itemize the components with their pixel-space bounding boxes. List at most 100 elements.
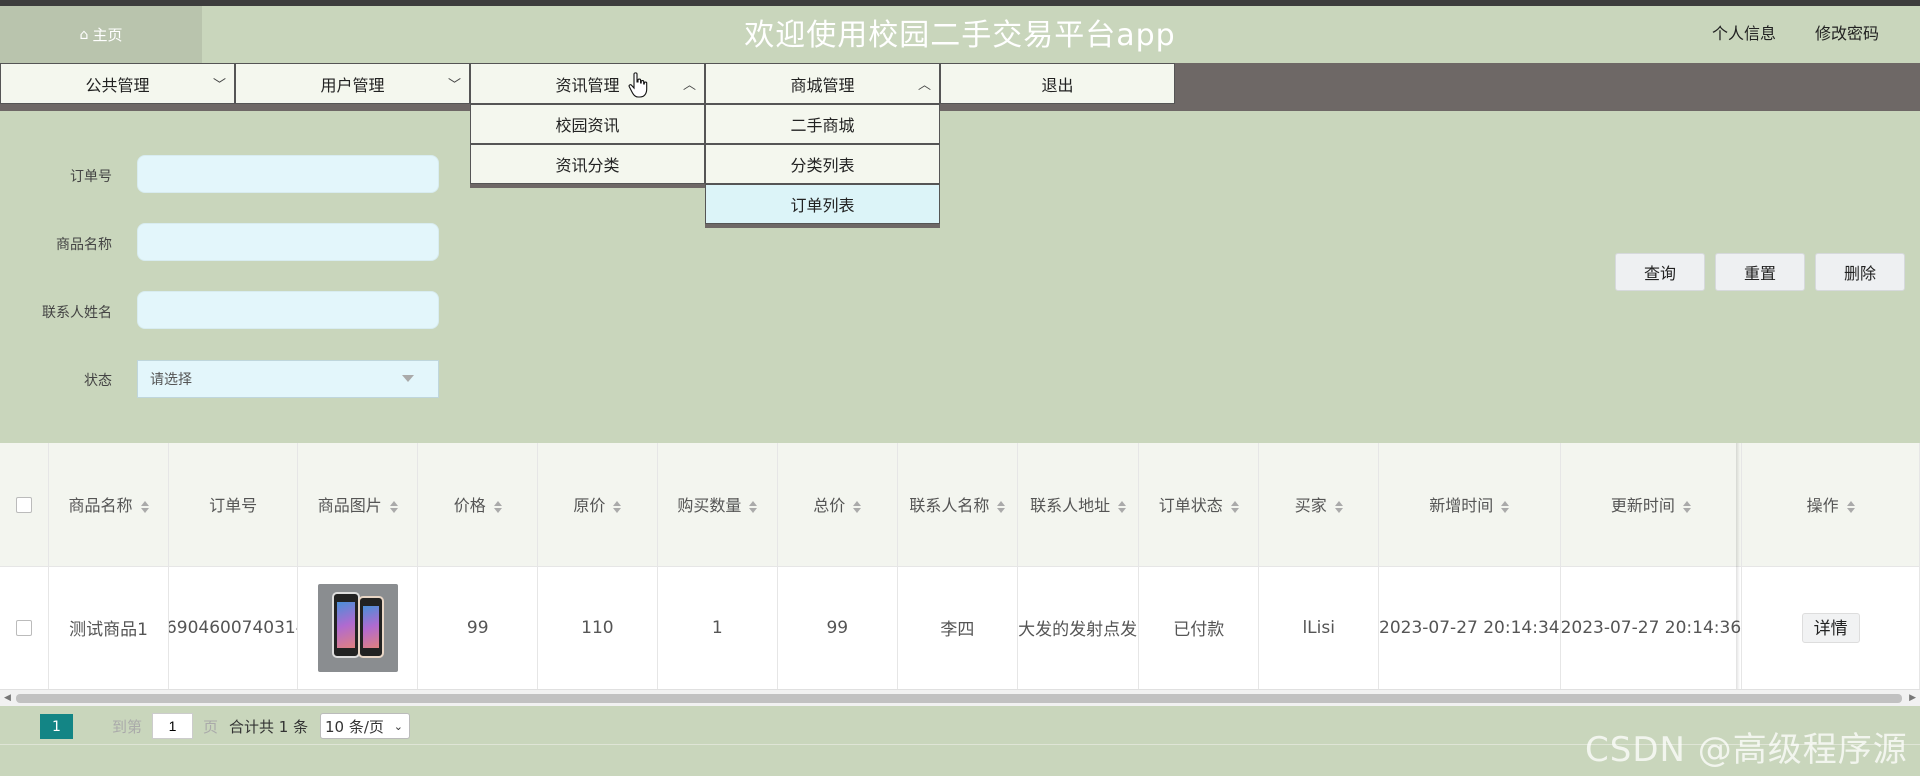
- table-header-row: 商品名称 订单号 商品图片 价格 原价 购买数量 总价 联系人名称 联系人地址 …: [0, 443, 1920, 567]
- sort-icon[interactable]: [1230, 500, 1239, 513]
- profile-link[interactable]: 个人信息: [1712, 22, 1776, 46]
- status-cell: 已付款: [1138, 566, 1260, 690]
- page-number-current[interactable]: 1: [40, 714, 73, 739]
- caret-down-icon: [402, 375, 414, 382]
- chevron-up-icon: ︿: [917, 78, 931, 93]
- nav-logout[interactable]: 退出: [940, 63, 1175, 104]
- column-label: 订单状态: [1158, 496, 1223, 516]
- column-header: 订单号: [168, 443, 299, 567]
- column-header[interactable]: 商品名称: [48, 443, 170, 567]
- submenu-second-hand-shop[interactable]: 二手商城: [705, 104, 940, 144]
- contact-name-input[interactable]: [137, 291, 439, 329]
- column-header[interactable]: 联系人名称: [897, 443, 1019, 567]
- column-label: 操作: [1806, 496, 1839, 516]
- scroll-right-icon[interactable]: ▶: [1909, 693, 1916, 703]
- submenu-order-list[interactable]: 订单列表: [705, 184, 940, 224]
- product-name-label: 商品名称: [56, 237, 112, 253]
- sort-icon[interactable]: [1682, 500, 1691, 513]
- nav-shop-management[interactable]: 商城管理 ︿: [705, 63, 940, 104]
- sort-icon[interactable]: [997, 500, 1006, 513]
- goto-label: 到第: [112, 718, 143, 736]
- header: ⌂ 主页 欢迎使用校园二手交易平台app 个人信息 修改密码: [0, 6, 1920, 63]
- hand-cursor-icon: [628, 72, 648, 98]
- sort-icon[interactable]: [1501, 500, 1510, 513]
- total-count: 合计共 1 条: [229, 718, 309, 736]
- order-table: 商品名称 订单号 商品图片 价格 原价 购买数量 总价 联系人名称 联系人地址 …: [0, 443, 1920, 690]
- select-all-checkbox[interactable]: [15, 497, 32, 514]
- column-header[interactable]: 操作: [1741, 443, 1920, 567]
- detail-button[interactable]: 详情: [1801, 612, 1860, 643]
- home-icon: ⌂: [79, 26, 89, 43]
- submenu-news-category[interactable]: 资讯分类: [470, 144, 705, 184]
- column-header[interactable]: 价格: [417, 443, 539, 567]
- column-label: 订单号: [209, 496, 258, 516]
- nav-label: 公共管理: [85, 75, 150, 95]
- order-no-label: 订单号: [70, 169, 112, 185]
- submenu-campus-news[interactable]: 校园资讯: [470, 104, 705, 144]
- column-header[interactable]: 商品图片: [297, 443, 419, 567]
- column-label: 购买数量: [677, 496, 742, 516]
- sort-icon[interactable]: [140, 500, 149, 513]
- buyer-cell: lLisi: [1258, 566, 1380, 690]
- shop-submenu: 二手商城 分类列表 订单列表: [705, 104, 940, 228]
- column-label: 原价: [573, 496, 606, 516]
- column-header[interactable]: 更新时间: [1560, 443, 1743, 567]
- sort-icon[interactable]: [1846, 500, 1855, 513]
- sort-icon[interactable]: [389, 500, 398, 513]
- order-no-cell: 1690460074031460: [168, 566, 299, 690]
- goto-page-input[interactable]: [152, 713, 193, 739]
- order-grid: 商品名称 订单号 商品图片 价格 原价 购买数量 总价 联系人名称 联系人地址 …: [0, 443, 1920, 690]
- reset-button[interactable]: 重置: [1715, 253, 1805, 291]
- nav-public-management[interactable]: 公共管理 ﹀: [0, 63, 235, 104]
- column-header[interactable]: 原价: [537, 443, 658, 567]
- order-no-text: 1690460074031460: [169, 617, 297, 638]
- column-label: 新增时间: [1429, 496, 1494, 516]
- total-cell: 99: [777, 566, 898, 690]
- column-label: 联系人地址: [1030, 496, 1111, 516]
- product-name-input[interactable]: [137, 223, 439, 261]
- column-header[interactable]: 买家: [1258, 443, 1380, 567]
- chevron-down-icon: ﹀: [447, 78, 461, 93]
- table-row: 测试商品1 1690460074031460 99 110 1 99 李四 大发…: [0, 566, 1920, 690]
- sort-icon[interactable]: [749, 500, 758, 513]
- scroll-left-icon[interactable]: ◀: [4, 693, 11, 703]
- operation-cell: 详情: [1741, 566, 1920, 690]
- sort-icon[interactable]: [853, 500, 862, 513]
- sort-icon[interactable]: [1118, 500, 1127, 513]
- contact-address-text: 大发的发射点发: [1018, 620, 1138, 640]
- product-image[interactable]: [317, 583, 398, 672]
- status-select[interactable]: 请选择: [137, 360, 439, 398]
- site-title: 欢迎使用校园二手交易平台app: [744, 18, 1176, 53]
- scrollbar-thumb[interactable]: [16, 694, 1902, 703]
- phone-shape: [331, 591, 360, 658]
- sort-icon[interactable]: [613, 500, 622, 513]
- nav-user-management[interactable]: 用户管理 ﹀: [235, 63, 470, 104]
- column-header[interactable]: 总价: [777, 443, 898, 567]
- created-at-cell: 2023-07-27 20:14:34: [1378, 566, 1561, 690]
- column-header[interactable]: 新增时间: [1378, 443, 1561, 567]
- nav-news-management[interactable]: 资讯管理 ︿: [470, 63, 705, 104]
- nav-label: 用户管理: [320, 75, 385, 95]
- page-size-select[interactable]: 10 条/页 ⌄: [320, 713, 410, 739]
- change-password-link[interactable]: 修改密码: [1815, 22, 1879, 46]
- sort-icon[interactable]: [493, 500, 502, 513]
- home-tab[interactable]: ⌂ 主页: [0, 6, 202, 63]
- delete-button[interactable]: 删除: [1815, 253, 1905, 291]
- quantity-cell: 1: [657, 566, 778, 690]
- horizontal-scrollbar[interactable]: ◀ ▶: [0, 689, 1920, 706]
- nav-label: 退出: [1041, 75, 1074, 95]
- product-name-cell: 测试商品1: [48, 566, 170, 690]
- query-button[interactable]: 查询: [1615, 253, 1705, 291]
- page-size-value: 10 条/页: [325, 717, 384, 736]
- contact-name-label: 联系人姓名: [42, 305, 112, 321]
- row-select-cell: [0, 566, 49, 690]
- column-header[interactable]: 联系人地址: [1017, 443, 1140, 567]
- column-header[interactable]: 订单状态: [1138, 443, 1260, 567]
- row-checkbox[interactable]: [15, 619, 32, 636]
- order-no-input[interactable]: [137, 155, 439, 193]
- column-header[interactable]: 购买数量: [657, 443, 778, 567]
- status-placeholder: 请选择: [150, 372, 192, 388]
- submenu-category-list[interactable]: 分类列表: [705, 144, 940, 184]
- news-submenu: 校园资讯 资讯分类: [470, 104, 705, 188]
- sort-icon[interactable]: [1334, 500, 1343, 513]
